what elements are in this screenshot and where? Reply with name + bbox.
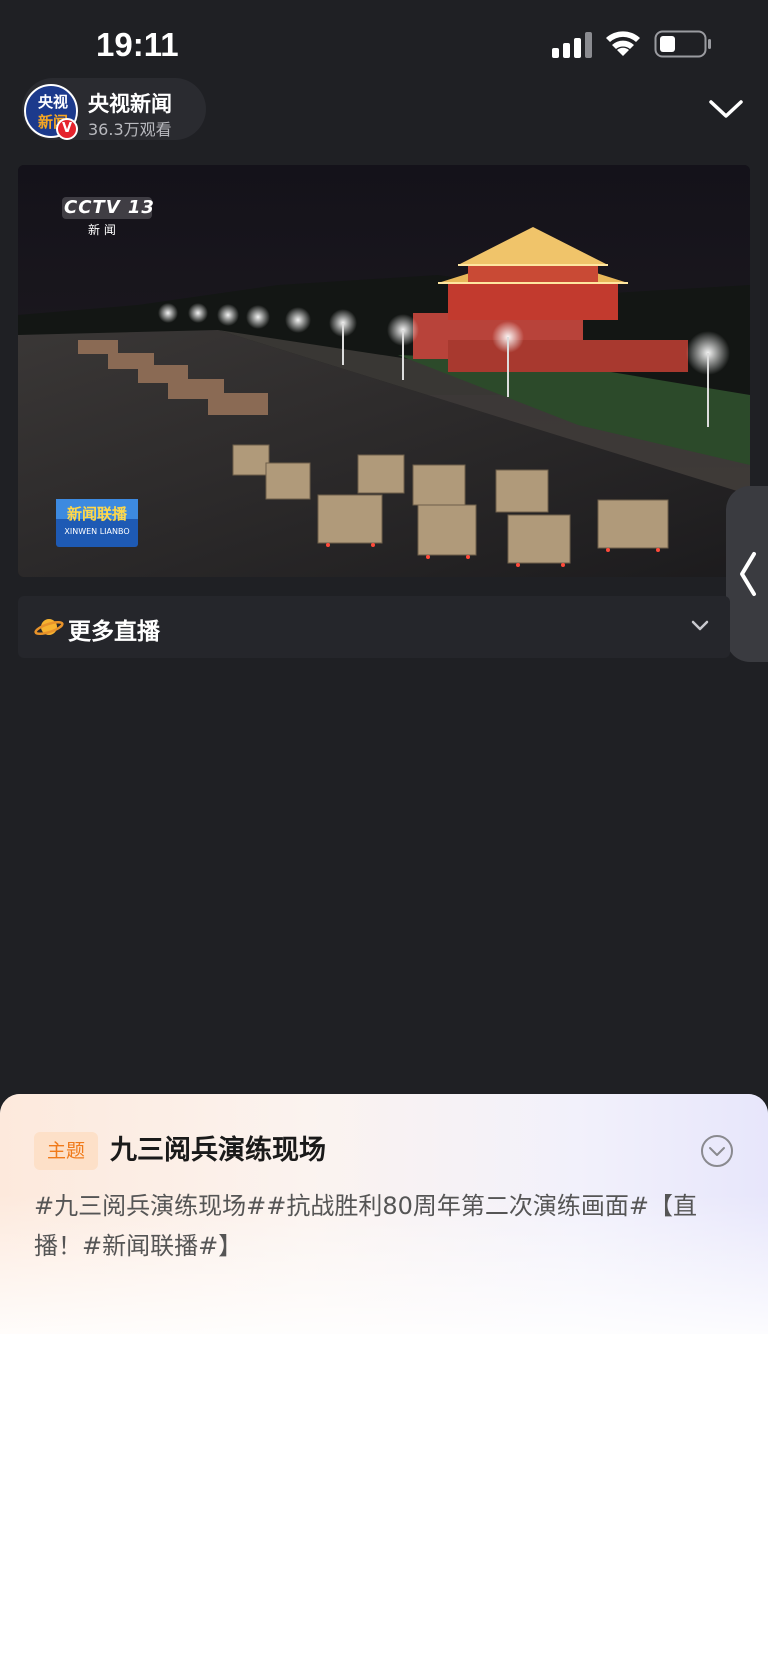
- planet-icon: [34, 619, 64, 636]
- cctv13-channel-name: 新 闻: [88, 223, 116, 237]
- wifi-icon: [606, 31, 640, 56]
- avatar-line1: 央视: [37, 93, 68, 111]
- chevron-down-icon[interactable]: [706, 94, 746, 124]
- topic-panel: 主题 九三阅兵演练现场 #九三阅兵演练现场##抗战胜利80周年第二次演练画面#【…: [0, 1094, 768, 1662]
- topic-description: #九三阅兵演练现场##抗战胜利80周年第二次演练画面#【直播！#新闻联播#】: [34, 1192, 697, 1260]
- cellular-signal-icon: [552, 32, 592, 58]
- topic-title: 九三阅兵演练现场: [110, 1135, 326, 1166]
- topic-badge: 主题: [34, 1132, 98, 1170]
- more-live-label: 更多直播: [68, 619, 160, 645]
- chevron-left-icon: [740, 552, 756, 596]
- battery-icon: [654, 30, 711, 58]
- expand-circle-icon[interactable]: [700, 1134, 734, 1168]
- cctv13-logo-text: CCTV 13: [64, 197, 155, 218]
- status-time: 19:11: [96, 26, 179, 63]
- verified-badge-icon: V: [56, 118, 78, 140]
- chevron-down-icon[interactable]: [690, 616, 710, 636]
- more-live-bar[interactable]: 更多直播: [18, 596, 730, 658]
- view-count: 36.3万观看: [88, 120, 172, 139]
- live-video-player[interactable]: CCTV 13 新 闻 新闻联播 XINWEN LIANBO: [18, 165, 750, 577]
- program-logo-en: XINWEN LIANBO: [64, 527, 130, 536]
- program-logo-text: 新闻联播: [66, 505, 127, 523]
- channel-name[interactable]: 央视新闻: [88, 88, 172, 118]
- status-bar: 19:11: [0, 0, 768, 80]
- side-drawer-handle[interactable]: [726, 486, 768, 662]
